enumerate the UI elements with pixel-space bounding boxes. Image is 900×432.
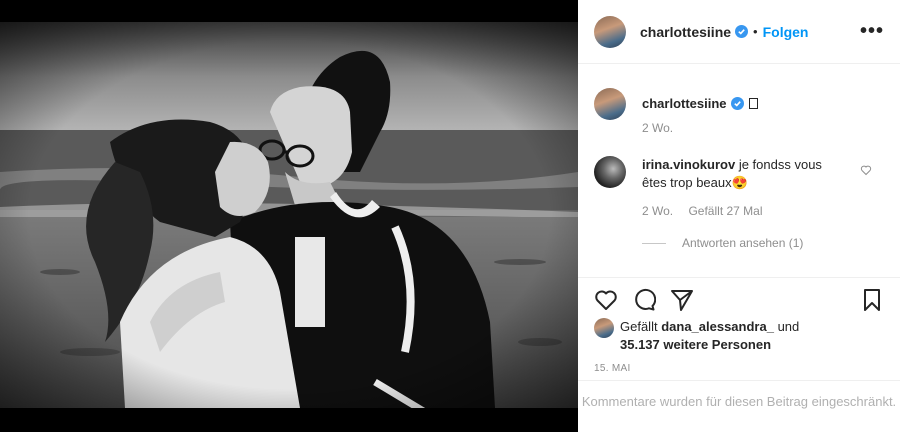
view-replies-label[interactable]: Antworten ansehen (1) — [682, 236, 803, 250]
heart-icon[interactable] — [594, 288, 618, 312]
likes-and: und — [777, 319, 800, 334]
share-icon[interactable] — [670, 288, 694, 312]
post-sidebar: charlottesiine • Folgen ••• charlottesii… — [578, 0, 900, 432]
commenter-avatar[interactable] — [594, 156, 626, 188]
bookmark-icon[interactable] — [860, 288, 884, 312]
author-username[interactable]: charlottesiine — [640, 24, 731, 40]
caption-glyph-icon — [748, 98, 758, 109]
caption-body: charlottesiine — [642, 95, 862, 113]
action-bar — [578, 278, 900, 322]
follow-button[interactable]: Folgen — [763, 24, 809, 40]
photo-illustration — [0, 22, 578, 408]
photo-pane — [0, 0, 578, 432]
comment-body: irina.vinokurov je fondss vous êtes trop… — [642, 156, 842, 192]
comment-row: irina.vinokurov je fondss vous êtes trop… — [594, 156, 842, 192]
caption-meta: 2 Wo. — [642, 121, 685, 135]
likes-prefix: Gefällt — [620, 319, 658, 334]
liker-avatar[interactable] — [594, 318, 614, 338]
likes-text: Gefällt dana_alessandra_ und 35.137 weit… — [620, 318, 799, 354]
liker-username[interactable]: dana_alessandra_ — [661, 319, 774, 334]
verified-icon — [735, 25, 749, 38]
caption-avatar[interactable] — [594, 88, 626, 120]
view-replies[interactable]: Antworten ansehen (1) — [642, 236, 803, 250]
comment-likes[interactable]: Gefällt 27 Mal — [688, 204, 762, 218]
post-date[interactable]: 15. MAI — [594, 363, 631, 374]
comment-meta: 2 Wo. Gefällt 27 Mal — [642, 204, 775, 218]
comments-restricted-notice: Kommentare wurden für diesen Beitrag ein… — [578, 380, 900, 432]
separator-dot: • — [753, 24, 758, 39]
author-avatar[interactable] — [594, 15, 626, 48]
caption-time[interactable]: 2 Wo. — [642, 121, 673, 135]
commenter-username[interactable]: irina.vinokurov — [642, 157, 735, 172]
restricted-text: Kommentare wurden für diesen Beitrag ein… — [581, 394, 897, 409]
caption-row: charlottesiine — [594, 88, 862, 120]
likes-count[interactable]: 35.137 weitere Personen — [620, 337, 771, 352]
likes-summary: Gefällt dana_alessandra_ und 35.137 weit… — [594, 318, 799, 354]
comment-icon[interactable] — [632, 288, 656, 312]
post-photo[interactable] — [0, 22, 578, 408]
comment-time[interactable]: 2 Wo. — [642, 204, 673, 218]
replies-divider — [642, 242, 666, 244]
caption-username[interactable]: charlottesiine — [642, 96, 727, 111]
verified-icon — [730, 97, 744, 110]
more-icon[interactable]: ••• — [860, 20, 884, 43]
post-header: charlottesiine • Folgen ••• — [578, 0, 900, 64]
instagram-post: charlottesiine • Folgen ••• charlottesii… — [0, 0, 900, 432]
comment-like-icon[interactable] — [860, 164, 872, 176]
comments-section: charlottesiine 2 Wo. irina.vinokurov je … — [578, 64, 900, 278]
